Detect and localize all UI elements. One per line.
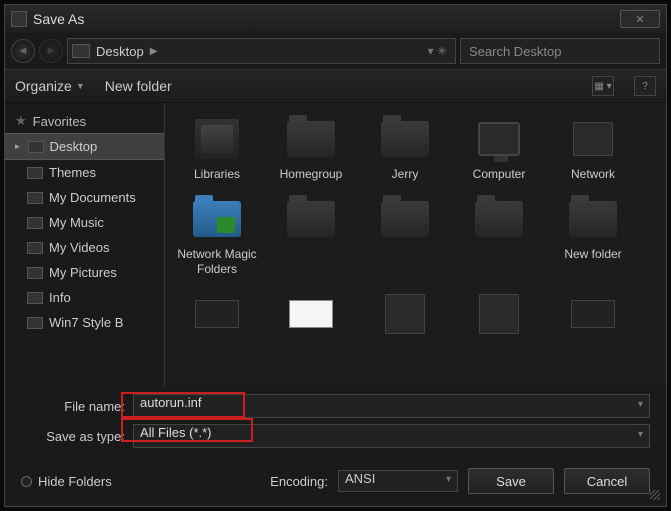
- folder-icon: [27, 192, 43, 204]
- encoding-select[interactable]: ANSI: [338, 470, 458, 492]
- thumbnail-icon: [289, 300, 333, 328]
- breadcrumb-location: Desktop: [96, 44, 144, 59]
- device-icon: [479, 294, 519, 334]
- device-icon: [385, 294, 425, 334]
- folder-icon: [193, 201, 241, 237]
- cancel-button[interactable]: Cancel: [564, 468, 650, 494]
- new-folder-button[interactable]: New folder: [105, 78, 172, 94]
- folder-icon: [475, 201, 523, 237]
- bottom-row: Hide Folders Encoding: ANSI Save Cancel: [5, 458, 666, 506]
- chevron-down-icon: ▼: [76, 81, 85, 91]
- breadcrumb[interactable]: Desktop ▶ ▾ ✳: [67, 38, 456, 64]
- app-icon: [11, 11, 27, 27]
- file-item-network[interactable]: Network: [549, 111, 637, 185]
- sidebar: ★ Favorites Desktop Themes My Documents …: [5, 103, 165, 386]
- file-item-network-magic[interactable]: Network Magic Folders: [173, 191, 261, 280]
- filename-label: File name:: [21, 399, 133, 414]
- file-area[interactable]: Libraries Homegroup Jerry Computer Netwo…: [165, 103, 666, 386]
- file-item-homegroup[interactable]: Homegroup: [267, 111, 355, 185]
- file-item[interactable]: [267, 286, 355, 346]
- folder-icon: [27, 167, 43, 179]
- resize-grip[interactable]: [650, 490, 660, 500]
- forward-button[interactable]: ►: [39, 39, 63, 63]
- window-title: Save As: [33, 11, 84, 27]
- sidebar-item-videos[interactable]: My Videos: [5, 235, 164, 260]
- folder-icon: [72, 44, 90, 58]
- encoding-label: Encoding:: [270, 474, 328, 489]
- titlebar: Save As ✕: [5, 5, 666, 33]
- toolbar: Organize ▼ New folder ▦ ▾ ?: [5, 69, 666, 103]
- star-icon: ★: [15, 113, 27, 129]
- save-button[interactable]: Save: [468, 468, 554, 494]
- chevron-right-icon: ▶: [150, 46, 158, 57]
- file-item-computer[interactable]: Computer: [455, 111, 543, 185]
- search-placeholder: Search Desktop: [469, 44, 562, 59]
- back-button[interactable]: ◄: [11, 39, 35, 63]
- file-item[interactable]: [361, 286, 449, 346]
- thumbnail-icon: [195, 300, 239, 328]
- folder-icon: [28, 141, 44, 153]
- folder-icon: [381, 201, 429, 237]
- file-item[interactable]: [361, 191, 449, 280]
- computer-icon: [478, 122, 520, 156]
- thumbnail-icon: [571, 300, 615, 328]
- folder-icon: [27, 242, 43, 254]
- file-item[interactable]: [173, 286, 261, 346]
- sidebar-item-themes[interactable]: Themes: [5, 160, 164, 185]
- refresh-icon[interactable]: ▾ ✳: [428, 44, 447, 58]
- view-options-button[interactable]: ▦ ▾: [592, 76, 614, 96]
- libraries-icon: [195, 119, 239, 159]
- search-input[interactable]: Search Desktop: [460, 38, 660, 64]
- folder-icon: [27, 217, 43, 229]
- organize-menu[interactable]: Organize ▼: [15, 78, 85, 94]
- save-as-dialog: Save As ✕ ◄ ► Desktop ▶ ▾ ✳ Search Deskt…: [4, 4, 667, 507]
- sidebar-item-music[interactable]: My Music: [5, 210, 164, 235]
- sidebar-item-desktop[interactable]: Desktop: [5, 133, 164, 160]
- file-item[interactable]: [455, 286, 543, 346]
- folder-icon: [287, 121, 335, 157]
- file-item-libraries[interactable]: Libraries: [173, 111, 261, 185]
- sidebar-item-win7style[interactable]: Win7 Style B: [5, 310, 164, 335]
- sidebar-item-documents[interactable]: My Documents: [5, 185, 164, 210]
- network-icon: [573, 122, 613, 156]
- sidebar-item-pictures[interactable]: My Pictures: [5, 260, 164, 285]
- close-button[interactable]: ✕: [620, 10, 660, 28]
- folder-icon: [569, 201, 617, 237]
- filename-input[interactable]: autorun.inf: [133, 394, 650, 418]
- hide-folders-toggle[interactable]: Hide Folders: [21, 474, 112, 489]
- file-item[interactable]: [549, 286, 637, 346]
- radio-icon: [21, 476, 32, 487]
- folder-icon: [27, 267, 43, 279]
- nav-row: ◄ ► Desktop ▶ ▾ ✳ Search Desktop: [5, 33, 666, 69]
- file-item-jerry[interactable]: Jerry: [361, 111, 449, 185]
- folder-icon: [27, 292, 43, 304]
- save-type-label: Save as type:: [21, 429, 133, 444]
- file-item-new-folder[interactable]: New folder: [549, 191, 637, 280]
- folder-icon: [27, 317, 43, 329]
- save-type-select[interactable]: All Files (*.*): [133, 424, 650, 448]
- folder-icon: [287, 201, 335, 237]
- sidebar-item-info[interactable]: Info: [5, 285, 164, 310]
- file-item[interactable]: [455, 191, 543, 280]
- folder-icon: [381, 121, 429, 157]
- favorites-header[interactable]: ★ Favorites: [5, 109, 164, 133]
- file-item[interactable]: [267, 191, 355, 280]
- help-button[interactable]: ?: [634, 76, 656, 96]
